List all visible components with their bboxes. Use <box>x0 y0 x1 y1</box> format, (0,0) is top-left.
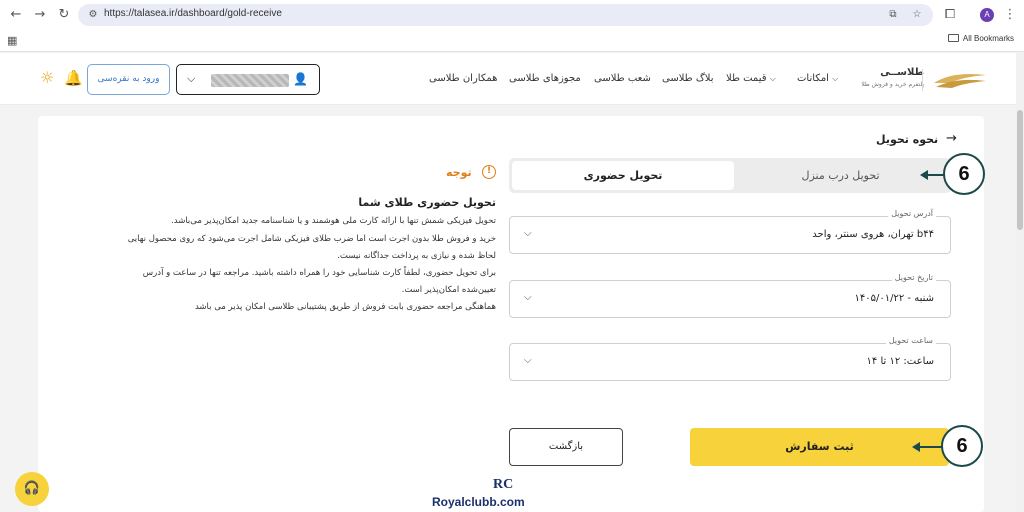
notice-line: خرید و فروش طلا بدون اجرت است اما ضرب طل… <box>127 234 496 244</box>
step-badge-tabs: 6 <box>943 153 985 195</box>
chevron-down-icon: ⌵ <box>187 72 196 85</box>
forward-arrow-icon[interactable]: → <box>32 7 48 23</box>
chevron-down-icon: ⌵ <box>524 355 532 366</box>
reload-icon[interactable]: ↻ <box>56 7 72 23</box>
notice-line: لحاظ شده و نیازی به پرداخت جداگانه نیست. <box>337 251 496 261</box>
address-label: آدرس تحویل <box>888 209 936 218</box>
time-label: ساعت تحویل <box>885 336 936 345</box>
time-select[interactable]: ساعت تحویل ساعت: ۱۲ تا ۱۴ ⌵ <box>509 336 951 381</box>
all-bookmarks-label: All Bookmarks <box>962 34 1014 43</box>
folder-icon <box>947 34 959 42</box>
silver-login-button[interactable]: ورود به نقره‌سی <box>87 64 170 95</box>
step-badge-submit: 6 <box>941 425 983 467</box>
site-info-icon[interactable]: ⚙ <box>86 8 100 22</box>
apps-grid-icon[interactable]: ▦ <box>7 34 17 47</box>
nav-features-label: امکانات <box>797 73 829 84</box>
logo-subtitle: پلتفرم خرید و فروش طلا <box>861 81 924 88</box>
annotation-arrow <box>918 446 942 448</box>
back-arrow-icon[interactable]: ← <box>8 7 24 23</box>
install-icon[interactable]: ⧉ <box>886 8 900 22</box>
logo-divider <box>922 69 923 91</box>
user-icon: 👤 <box>293 72 308 86</box>
page-title: نحوه تحویل <box>876 133 939 146</box>
nav-licenses[interactable]: مجوزهای طلاسی <box>509 73 581 84</box>
user-account-dropdown[interactable]: ⌵ 👤 <box>176 64 320 95</box>
arrow-right-icon[interactable]: → <box>946 131 957 146</box>
nav-partners[interactable]: همکاران طلاسی <box>429 73 497 84</box>
back-button[interactable]: بازگشت <box>509 428 623 466</box>
annotation-arrow <box>926 174 944 176</box>
site-header: طلاســی پلتفرم خرید و فروش طلا امکانات ⌵… <box>0 53 1024 105</box>
watermark-text: Royalclubb.com <box>432 495 525 509</box>
notice-line: برای تحویل حضوری، لطفاً کارت شناسایی خود… <box>142 268 496 278</box>
nav-gold-price-label: قیمت طلا <box>726 73 767 84</box>
url-text: https://talasea.ir/dashboard/gold-receiv… <box>104 8 282 19</box>
bell-icon[interactable]: 🔔 <box>64 69 83 87</box>
scrollbar-thumb[interactable] <box>1017 110 1023 230</box>
nav-blog[interactable]: بلاگ طلاسی <box>662 73 714 84</box>
date-select[interactable]: تاریخ تحویل ۱۴۰۵/۰۱/۲۲ - شنبه ⌵ <box>509 273 951 318</box>
watermark-logo: RC <box>493 477 514 492</box>
notice-line: تعیین‌شده امکان‌پذیر است. <box>401 285 496 295</box>
nav-branches[interactable]: شعب طلاسی <box>594 73 651 84</box>
bookmarks-bar: ▦ All Bookmarks <box>0 30 1024 52</box>
chevron-down-icon: ⌵ <box>832 74 839 83</box>
tab-in-person[interactable]: تحویل حضوری <box>512 161 734 190</box>
menu-kebab-icon[interactable]: ⋮ <box>1002 7 1018 23</box>
date-value: ۱۴۰۵/۰۱/۲۲ - شنبه <box>854 293 934 304</box>
gold-logo-icon <box>934 74 986 88</box>
address-bar[interactable]: ⚙ https://talasea.ir/dashboard/gold-rece… <box>78 4 933 26</box>
redacted-username <box>211 74 289 87</box>
delivery-method-tabs: تحویل حضوری تحویل درب منزل <box>509 158 951 193</box>
chevron-down-icon: ⌵ <box>769 74 776 83</box>
profile-avatar[interactable]: A <box>980 8 994 22</box>
notice-line: تحویل فیزیکی شمش تنها با ارائه کارت ملی … <box>171 216 496 226</box>
notice-heading: توجه <box>446 166 472 179</box>
logo-title: طلاســی <box>880 67 924 78</box>
date-label: تاریخ تحویل <box>891 273 936 282</box>
address-value: تهران، هروی سنتر، واحد b۴۴ <box>812 229 934 240</box>
address-select[interactable]: آدرس تحویل تهران، هروی سنتر، واحد b۴۴ ⌵ <box>509 209 951 254</box>
time-value: ساعت: ۱۲ تا ۱۴ <box>866 356 934 367</box>
support-headset-icon[interactable]: 🎧 <box>15 472 49 506</box>
all-bookmarks-button[interactable]: All Bookmarks <box>947 34 1014 43</box>
sun-theme-icon[interactable]: ☼ <box>40 68 54 87</box>
extensions-icon[interactable]: ⧠ <box>942 7 958 23</box>
info-circle-icon: ! <box>482 165 496 179</box>
tab-home-delivery[interactable]: تحویل درب منزل <box>733 161 948 190</box>
submit-order-button[interactable]: ثبت سفارش <box>690 428 949 466</box>
site-logo[interactable]: طلاســی پلتفرم خرید و فروش طلا <box>861 65 988 95</box>
chevron-down-icon: ⌵ <box>524 292 532 303</box>
nav-gold-price[interactable]: قیمت طلا ⌵ <box>726 73 776 84</box>
bookmark-star-icon[interactable]: ☆ <box>910 8 924 22</box>
chevron-down-icon: ⌵ <box>524 228 532 239</box>
notice-title: تحویل حضوری طلای شما <box>358 196 496 209</box>
nav-features[interactable]: امکانات ⌵ <box>797 73 838 84</box>
notice-line: هماهنگی مراجعه حضوری بابت فروش از طریق پ… <box>194 302 496 312</box>
